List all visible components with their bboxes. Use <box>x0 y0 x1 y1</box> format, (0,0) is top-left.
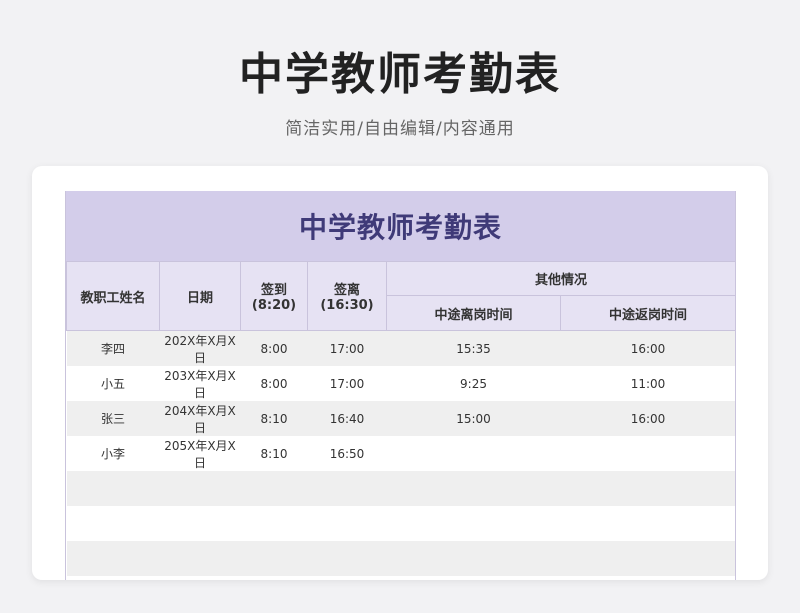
cell-leave[interactable]: 9:25 <box>386 366 561 401</box>
table-row <box>66 541 735 576</box>
cell-leave[interactable] <box>386 541 561 576</box>
sheet-card: 中学教师考勤表 教职工姓名 日期 签到 (8:20) 签离 (16:30) 其他… <box>32 166 768 580</box>
cell-checkin[interactable]: 8:10 <box>240 436 308 471</box>
cell-checkout[interactable]: 17:00 <box>307 330 387 366</box>
cell-checkin[interactable]: 8:00 <box>240 366 308 401</box>
cell-checkout[interactable]: 17:00 <box>307 366 387 401</box>
cell-leave[interactable]: 15:00 <box>386 401 561 436</box>
cell-date[interactable] <box>159 541 241 576</box>
cell-name[interactable]: 小李 <box>66 436 160 471</box>
cell-name[interactable] <box>66 506 160 541</box>
cell-return[interactable] <box>560 541 735 576</box>
header-checkin: 签到 (8:20) <box>240 261 308 331</box>
cell-leave[interactable]: 15:35 <box>386 330 561 366</box>
cell-return[interactable]: 11:00 <box>560 366 735 401</box>
cell-checkin[interactable] <box>240 506 308 541</box>
cell-name[interactable] <box>66 541 160 576</box>
cell-return[interactable]: 16:00 <box>560 401 735 436</box>
cell-leave[interactable] <box>386 506 561 541</box>
cell-date[interactable]: 202X年X月X日 <box>159 330 241 366</box>
attendance-sheet: 中学教师考勤表 教职工姓名 日期 签到 (8:20) 签离 (16:30) 其他… <box>65 191 736 580</box>
cell-date[interactable] <box>159 471 241 506</box>
cell-date[interactable] <box>159 506 241 541</box>
cell-date[interactable]: 203X年X月X日 <box>159 366 241 401</box>
cell-leave[interactable] <box>386 471 561 506</box>
header-return-time: 中途返岗时间 <box>559 295 735 331</box>
cell-return[interactable] <box>560 436 735 471</box>
table-row <box>66 471 735 506</box>
cell-return[interactable] <box>560 471 735 506</box>
cell-checkout[interactable] <box>307 506 387 541</box>
cell-leave[interactable] <box>386 436 561 471</box>
cell-return[interactable]: 16:00 <box>560 330 735 366</box>
cell-checkin[interactable]: 8:10 <box>240 401 308 436</box>
cell-name[interactable]: 李四 <box>66 330 160 366</box>
cell-checkin[interactable] <box>240 541 308 576</box>
table-row <box>66 506 735 541</box>
header-date: 日期 <box>159 261 241 331</box>
cell-date[interactable]: 205X年X月X日 <box>159 436 241 471</box>
cell-name[interactable] <box>66 471 160 506</box>
header-leave-time: 中途离岗时间 <box>386 295 561 331</box>
header-checkout: 签离 (16:30) <box>307 261 387 331</box>
page-title: 中学教师考勤表 <box>239 49 561 100</box>
attendance-table: 教职工姓名 日期 签到 (8:20) 签离 (16:30) 其他情况 中途离岗时… <box>66 261 735 576</box>
cell-name[interactable]: 张三 <box>66 401 160 436</box>
cell-return[interactable] <box>560 506 735 541</box>
page-subtitle: 简洁实用/自由编辑/内容通用 <box>285 119 515 139</box>
cell-checkout[interactable] <box>307 541 387 576</box>
table-row: 小五 203X年X月X日 8:00 17:00 9:25 11:00 <box>66 366 735 401</box>
table-row: 张三 204X年X月X日 8:10 16:40 15:00 16:00 <box>66 401 735 436</box>
table-row: 小李 205X年X月X日 8:10 16:50 <box>66 436 735 471</box>
cell-checkin[interactable] <box>240 471 308 506</box>
table-body: 李四 202X年X月X日 8:00 17:00 15:35 16:00 小五 203X年X月X… <box>66 330 735 576</box>
header-name: 教职工姓名 <box>66 261 160 331</box>
table-row: 李四 202X年X月X日 8:00 17:00 15:35 16:00 <box>66 330 735 366</box>
cell-date[interactable]: 204X年X月X日 <box>159 401 241 436</box>
cell-checkin[interactable]: 8:00 <box>240 330 308 366</box>
cell-checkout[interactable] <box>307 471 387 506</box>
cell-name[interactable]: 小五 <box>66 366 160 401</box>
cell-checkout[interactable]: 16:50 <box>307 436 387 471</box>
cell-checkout[interactable]: 16:40 <box>307 401 387 436</box>
header-other: 其他情况 <box>385 261 735 296</box>
sheet-title: 中学教师考勤表 <box>66 191 735 261</box>
